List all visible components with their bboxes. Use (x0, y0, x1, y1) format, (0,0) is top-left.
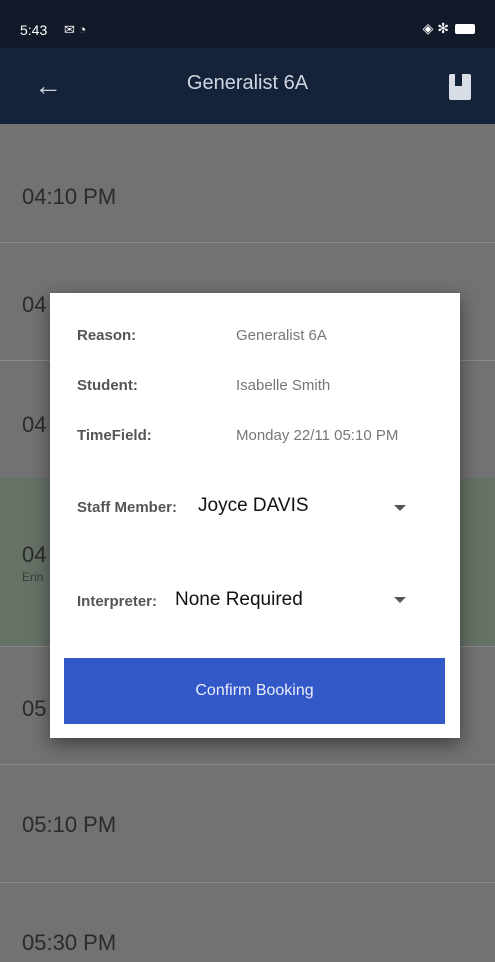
chevron-down-icon (394, 505, 406, 511)
notification-icons: ✉ ◔ (64, 22, 87, 37)
interpreter-value: None Required (175, 589, 303, 610)
status-time: 5:43 (20, 22, 48, 38)
time-slot-item[interactable]: 05:30 PM (0, 882, 495, 962)
reason-value: Generalist 6A (236, 327, 327, 344)
slot-time: 04 (22, 542, 47, 567)
interpreter-label: Interpreter: (77, 593, 158, 610)
staff-member-value: Joyce DAVIS (198, 495, 309, 516)
timefield-value: Monday 22/11 05:10 PM (236, 427, 399, 444)
reason-label: Reason: (77, 327, 137, 344)
system-icons: ◈ ✻ (423, 20, 475, 37)
slot-time: 04:10 PM (22, 184, 117, 209)
staff-member-label: Staff Member: (77, 499, 178, 516)
slot-booker: Erin (22, 570, 44, 584)
student-label: Student: (77, 377, 138, 394)
battery-icon (455, 23, 475, 34)
slot-time: 04 (22, 412, 47, 437)
bookmark-icon[interactable] (447, 72, 473, 102)
slot-time: 05:10 PM (22, 812, 117, 837)
chevron-down-icon (394, 597, 406, 603)
time-slot-item[interactable]: 05:10 PM (0, 764, 495, 883)
app-bar: ← Generalist 6A (0, 48, 495, 124)
slot-time: 05:30 PM (22, 930, 117, 955)
confirm-booking-button[interactable]: Confirm Booking (64, 658, 445, 724)
slot-time: 04 (22, 292, 47, 317)
slot-time: 05 (22, 696, 47, 721)
timefield-label: TimeField: (77, 427, 152, 444)
student-value: Isabelle Smith (236, 377, 331, 394)
time-slot-item[interactable]: 04:10 PM (0, 124, 495, 243)
booking-dialog: Reason: Generalist 6A Student: Isabelle … (50, 293, 460, 738)
signal-bluetooth-icons: ◈ ✻ (422, 20, 449, 36)
page-title: Generalist 6A (186, 72, 309, 94)
status-bar: 5:43 ✉ ◔ ◈ ✻ (0, 0, 495, 48)
